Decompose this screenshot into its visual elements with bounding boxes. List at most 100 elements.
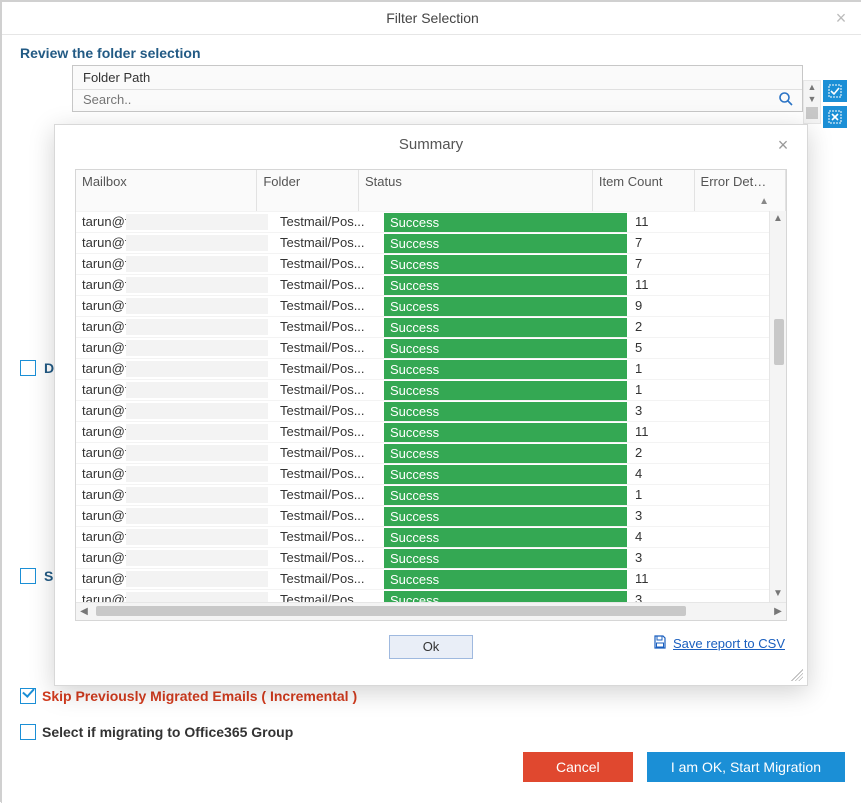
mailbox-prefix: tarun@f bbox=[82, 212, 128, 232]
checkbox-office365-group[interactable] bbox=[20, 724, 36, 740]
scroll-up-icon[interactable]: ▲ bbox=[770, 211, 786, 227]
table-row[interactable]: tarun@fTestmail/Pos...Success7 bbox=[76, 232, 786, 253]
ok-button[interactable]: Ok bbox=[389, 635, 473, 659]
table-row[interactable]: tarun@fTestmail/Pos...Success3 bbox=[76, 547, 786, 568]
table-row[interactable]: tarun@fTestmail/Pos...Success4 bbox=[76, 526, 786, 547]
scroll-thumb[interactable] bbox=[774, 319, 784, 365]
table-row[interactable]: tarun@fTestmail/Pos...Success3 bbox=[76, 505, 786, 526]
cell-status: Success bbox=[384, 211, 629, 232]
table-row[interactable]: tarun@fTestmail/Pos...Success11 bbox=[76, 421, 786, 442]
table-row[interactable]: tarun@fTestmail/Pos...Success1 bbox=[76, 358, 786, 379]
cell-status: Success bbox=[384, 505, 629, 526]
mailbox-redacted bbox=[126, 214, 268, 230]
table-row[interactable]: tarun@fTestmail/Pos...Success1 bbox=[76, 484, 786, 505]
mailbox-redacted bbox=[126, 277, 268, 293]
summary-close-button[interactable]: × bbox=[771, 125, 795, 165]
scroll-left-icon[interactable]: ◀ bbox=[76, 603, 92, 620]
folder-path-panel: Folder Path bbox=[72, 65, 803, 112]
mailbox-prefix: tarun@f bbox=[82, 359, 128, 379]
scroll-thumb[interactable] bbox=[806, 107, 818, 119]
cell-folder: Testmail/Pos... bbox=[274, 379, 384, 400]
deselect-all-button[interactable] bbox=[823, 106, 847, 128]
scroll-up-icon[interactable]: ▲ bbox=[804, 81, 820, 93]
checkbox-d[interactable] bbox=[20, 360, 36, 376]
cell-mailbox: tarun@f bbox=[76, 463, 274, 484]
col-header-error-label: Error Det… bbox=[701, 174, 767, 189]
save-icon bbox=[653, 635, 667, 652]
col-header-error-details[interactable]: Error Det… ▲ bbox=[695, 170, 786, 211]
cell-item-count: 2 bbox=[629, 316, 739, 337]
folder-path-scrollbar[interactable]: ▲ ▼ bbox=[803, 80, 821, 124]
option-row-skip-previously-migrated[interactable]: Skip Previously Migrated Emails ( Increm… bbox=[20, 688, 357, 704]
table-row[interactable]: tarun@fTestmail/Pos...Success9 bbox=[76, 295, 786, 316]
table-row[interactable]: tarun@fTestmail/Pos...Success11 bbox=[76, 211, 786, 232]
cell-status: Success bbox=[384, 547, 629, 568]
scroll-down-icon[interactable]: ▼ bbox=[804, 93, 820, 105]
option-row-d[interactable]: D bbox=[20, 360, 54, 376]
cell-mailbox: tarun@f bbox=[76, 274, 274, 295]
cell-mailbox: tarun@f bbox=[76, 568, 274, 589]
table-row[interactable]: tarun@fTestmail/Pos...Success1 bbox=[76, 379, 786, 400]
mailbox-prefix: tarun@f bbox=[82, 275, 128, 295]
select-all-button[interactable] bbox=[823, 80, 847, 102]
table-row[interactable]: tarun@fTestmail/Pos...Success3 bbox=[76, 400, 786, 421]
cancel-button[interactable]: Cancel bbox=[523, 752, 633, 782]
col-header-mailbox[interactable]: Mailbox bbox=[76, 170, 257, 211]
option-row-office365-group[interactable]: Select if migrating to Office365 Group bbox=[20, 724, 293, 740]
table-row[interactable]: tarun@fTestmail/Pos...Success7 bbox=[76, 253, 786, 274]
mailbox-prefix: tarun@f bbox=[82, 296, 128, 316]
status-badge: Success bbox=[384, 255, 627, 274]
mailbox-redacted bbox=[126, 571, 268, 587]
side-toggle-buttons bbox=[823, 80, 847, 132]
mailbox-prefix: tarun@f bbox=[82, 317, 128, 337]
status-badge: Success bbox=[384, 213, 627, 232]
table-row[interactable]: tarun@fTestmail/Pos...Success3 bbox=[76, 589, 786, 602]
save-report-csv-link[interactable]: Save report to CSV bbox=[653, 635, 785, 652]
cell-folder: Testmail/Pos... bbox=[274, 484, 384, 505]
table-row[interactable]: tarun@fTestmail/Pos...Success4 bbox=[76, 463, 786, 484]
mailbox-prefix: tarun@f bbox=[82, 422, 128, 442]
scroll-down-icon[interactable]: ▼ bbox=[770, 586, 786, 602]
scroll-right-icon[interactable]: ▶ bbox=[770, 603, 786, 620]
cell-folder: Testmail/Pos... bbox=[274, 274, 384, 295]
col-header-item-count[interactable]: Item Count bbox=[593, 170, 695, 211]
mailbox-redacted bbox=[126, 361, 268, 377]
mailbox-redacted bbox=[126, 445, 268, 461]
cell-item-count: 1 bbox=[629, 379, 739, 400]
start-migration-button[interactable]: I am OK, Start Migration bbox=[647, 752, 845, 782]
table-row[interactable]: tarun@fTestmail/Pos...Success11 bbox=[76, 568, 786, 589]
cell-folder: Testmail/Pos... bbox=[274, 358, 384, 379]
status-badge: Success bbox=[384, 570, 627, 589]
mailbox-prefix: tarun@f bbox=[82, 485, 128, 505]
col-header-status[interactable]: Status bbox=[359, 170, 593, 211]
cell-status: Success bbox=[384, 358, 629, 379]
checkbox-skip-previously-migrated[interactable] bbox=[20, 688, 36, 704]
mailbox-redacted bbox=[126, 487, 268, 503]
cell-item-count: 5 bbox=[629, 337, 739, 358]
cell-mailbox: tarun@f bbox=[76, 484, 274, 505]
folder-path-search-input[interactable] bbox=[73, 90, 802, 111]
grid-vertical-scrollbar[interactable]: ▲ ▼ bbox=[769, 211, 786, 602]
mailbox-prefix: tarun@f bbox=[82, 338, 128, 358]
table-row[interactable]: tarun@fTestmail/Pos...Success5 bbox=[76, 337, 786, 358]
resize-grip-icon[interactable] bbox=[791, 669, 803, 681]
scroll-thumb[interactable] bbox=[96, 606, 686, 616]
checkbox-s[interactable] bbox=[20, 568, 36, 584]
search-icon[interactable] bbox=[778, 91, 794, 107]
option-row-s[interactable]: S bbox=[20, 568, 53, 584]
grid-horizontal-scrollbar[interactable]: ◀ ▶ bbox=[76, 602, 786, 620]
status-badge: Success bbox=[384, 507, 627, 526]
grid-body: tarun@fTestmail/Pos...Success11tarun@fTe… bbox=[76, 211, 786, 602]
col-header-folder[interactable]: Folder bbox=[257, 170, 359, 211]
status-badge: Success bbox=[384, 234, 627, 253]
window-close-button[interactable]: × bbox=[829, 2, 853, 34]
cell-status: Success bbox=[384, 337, 629, 358]
table-row[interactable]: tarun@fTestmail/Pos...Success2 bbox=[76, 316, 786, 337]
cell-folder: Testmail/Pos... bbox=[274, 589, 384, 602]
mailbox-prefix: tarun@f bbox=[82, 401, 128, 421]
status-badge: Success bbox=[384, 402, 627, 421]
table-row[interactable]: tarun@fTestmail/Pos...Success2 bbox=[76, 442, 786, 463]
table-row[interactable]: tarun@fTestmail/Pos...Success11 bbox=[76, 274, 786, 295]
save-report-csv-label: Save report to CSV bbox=[673, 636, 785, 651]
cell-mailbox: tarun@f bbox=[76, 253, 274, 274]
